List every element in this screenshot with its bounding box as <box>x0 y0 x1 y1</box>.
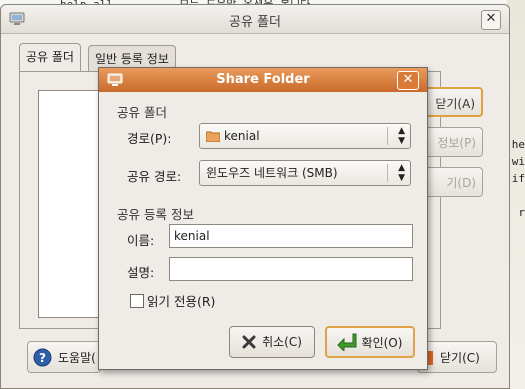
tab-shared-folders[interactable]: 공유 폴더 <box>19 43 81 73</box>
title-bar[interactable]: 공유 폴더 ✕ <box>1 5 509 34</box>
share-path-combo[interactable]: 윈도우즈 네트워크 (SMB) ▲ ▼ <box>199 160 411 186</box>
dialog-title-bar[interactable]: Share Folder ✕ <box>99 68 427 92</box>
terminal-fragment: r <box>518 206 525 219</box>
combo-arrows-icon: ▲ ▼ <box>398 126 405 146</box>
close-label: 닫기(C) <box>440 351 480 365</box>
help-button[interactable]: ? 도움말( <box>27 341 101 373</box>
description-label: 설명: <box>127 265 155 280</box>
cancel-button[interactable]: 취소(C) <box>229 326 315 358</box>
path-label: 경로(P): <box>127 131 172 146</box>
share-path-label: 공유 경로: <box>127 169 182 184</box>
terminal-fragment: if <box>511 172 525 185</box>
folder-icon <box>206 131 220 142</box>
section-shared-folder: 공유 폴더 <box>117 105 167 120</box>
cancel-icon <box>242 335 256 349</box>
section-share-info: 공유 등록 정보 <box>117 207 194 222</box>
close-icon[interactable]: ✕ <box>397 71 419 90</box>
name-label: 이름: <box>127 233 155 248</box>
close-button[interactable]: 닫기(C) <box>417 341 497 373</box>
svg-text:?: ? <box>39 351 46 365</box>
share-folder-dialog: Share Folder ✕ 공유 폴더 경로(P): kenial ▲ ▼ 공유… <box>98 67 428 370</box>
dialog-title: Share Folder <box>216 72 310 87</box>
readonly-label[interactable]: 읽기 전용(R) <box>147 291 215 310</box>
terminal-fragment: he <box>511 138 525 151</box>
description-input[interactable] <box>169 257 413 281</box>
ok-button[interactable]: 확인(O) <box>325 326 415 358</box>
path-value: kenial <box>224 129 260 143</box>
name-input[interactable]: kenial <box>169 224 413 248</box>
close-icon[interactable]: ✕ <box>481 10 501 30</box>
terminal-fragment: wi <box>511 155 525 168</box>
help-icon: ? <box>33 348 52 367</box>
help-label: 도움말( <box>58 351 96 365</box>
path-combo[interactable]: kenial ▲ ▼ <box>199 123 411 149</box>
window-title: 공유 폴더 <box>229 15 281 30</box>
readonly-checkbox[interactable] <box>130 294 144 308</box>
share-path-value: 윈도우즈 네트워크 (SMB) <box>206 166 338 180</box>
combo-arrows-icon: ▲ ▼ <box>398 163 405 183</box>
enter-arrow-icon <box>337 333 357 351</box>
